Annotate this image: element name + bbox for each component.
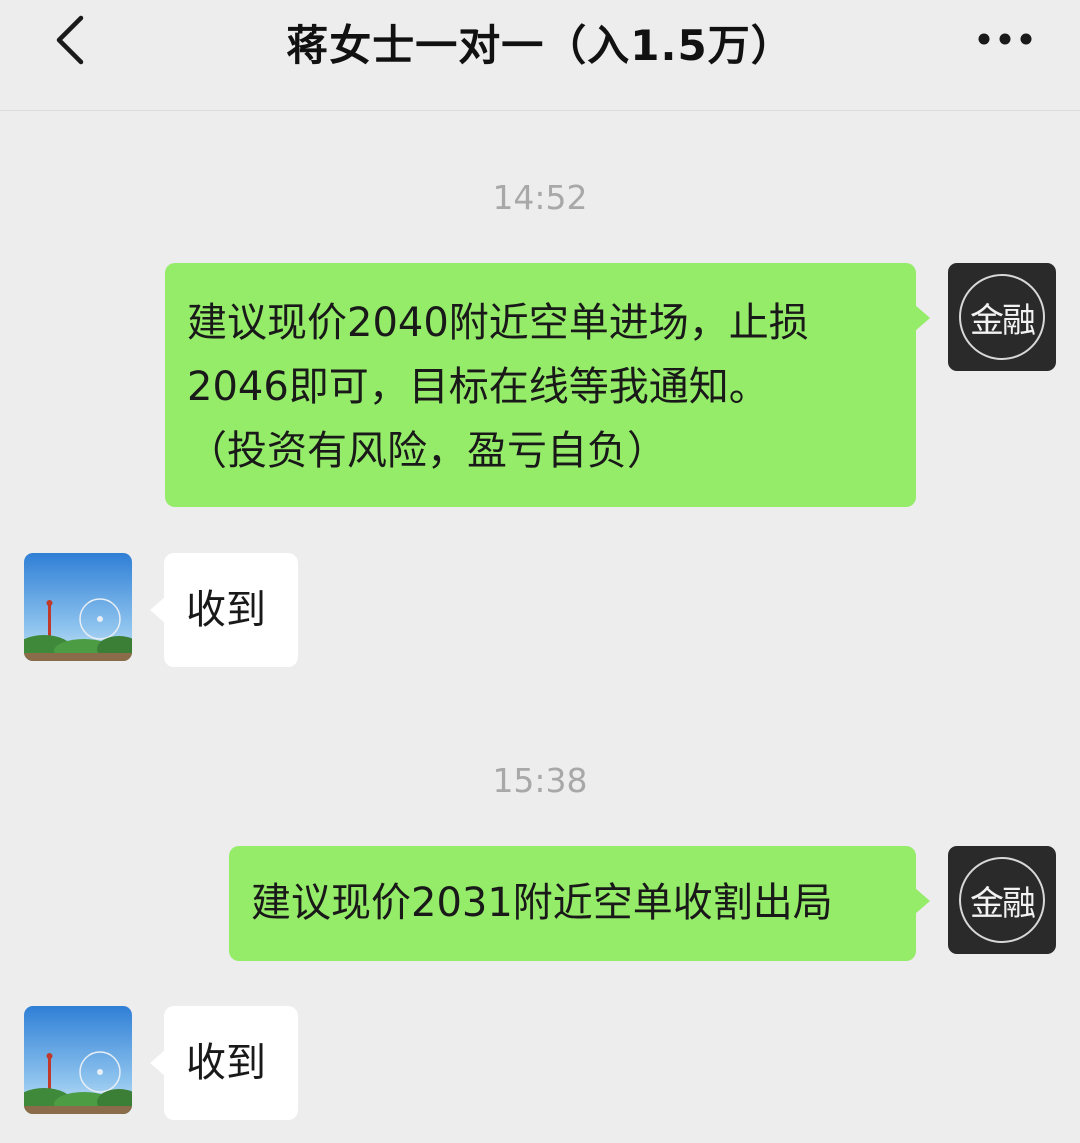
contact-avatar[interactable] (24, 553, 132, 661)
message-text: 收到 (186, 1040, 266, 1086)
self-avatar[interactable]: 金融 (948, 263, 1056, 371)
message-timestamp: 15:38 (492, 761, 588, 800)
chevron-left-icon (56, 15, 84, 65)
received-message-bubble[interactable]: 收到 (150, 1006, 298, 1120)
back-button[interactable] (40, 10, 100, 70)
self-avatar[interactable]: 金融 (948, 846, 1056, 954)
sent-message-bubble[interactable]: 建议现价2031附近空单收割出局 (229, 846, 930, 961)
received-message-bubble[interactable]: 收到 (150, 553, 298, 667)
contact-avatar[interactable] (24, 1006, 132, 1114)
bubble-tail (915, 305, 930, 331)
message-timestamp: 14:52 (492, 178, 588, 217)
ferris-wheel-photo-icon (24, 553, 132, 661)
bubble-tail (150, 1050, 165, 1076)
message-text: 收到 (186, 587, 266, 633)
more-button[interactable] (970, 14, 1040, 64)
self-avatar-logo: 金融 (959, 857, 1045, 943)
bubble-tail (150, 597, 165, 623)
message-line: 建议现价2040附近空单进场，止损 (187, 300, 809, 346)
self-avatar-logo: 金融 (959, 274, 1045, 360)
chat-title: 蒋女士一对一（入1.5万） (286, 21, 794, 70)
message-line: （投资有风险，盈亏自负） (187, 428, 667, 474)
sent-message-bubble[interactable]: 建议现价2040附近空单进场，止损 2046即可，目标在线等我通知。 （投资有风… (165, 263, 930, 507)
bubble-tail (915, 888, 930, 914)
ferris-wheel-photo-icon (24, 1006, 132, 1114)
more-dots-icon (978, 33, 1032, 45)
message-line: 2046即可，目标在线等我通知。 (187, 364, 769, 410)
message-line: 建议现价2031附近空单收割出局 (251, 880, 833, 926)
chat-header: 蒋女士一对一（入1.5万） (0, 0, 1080, 111)
